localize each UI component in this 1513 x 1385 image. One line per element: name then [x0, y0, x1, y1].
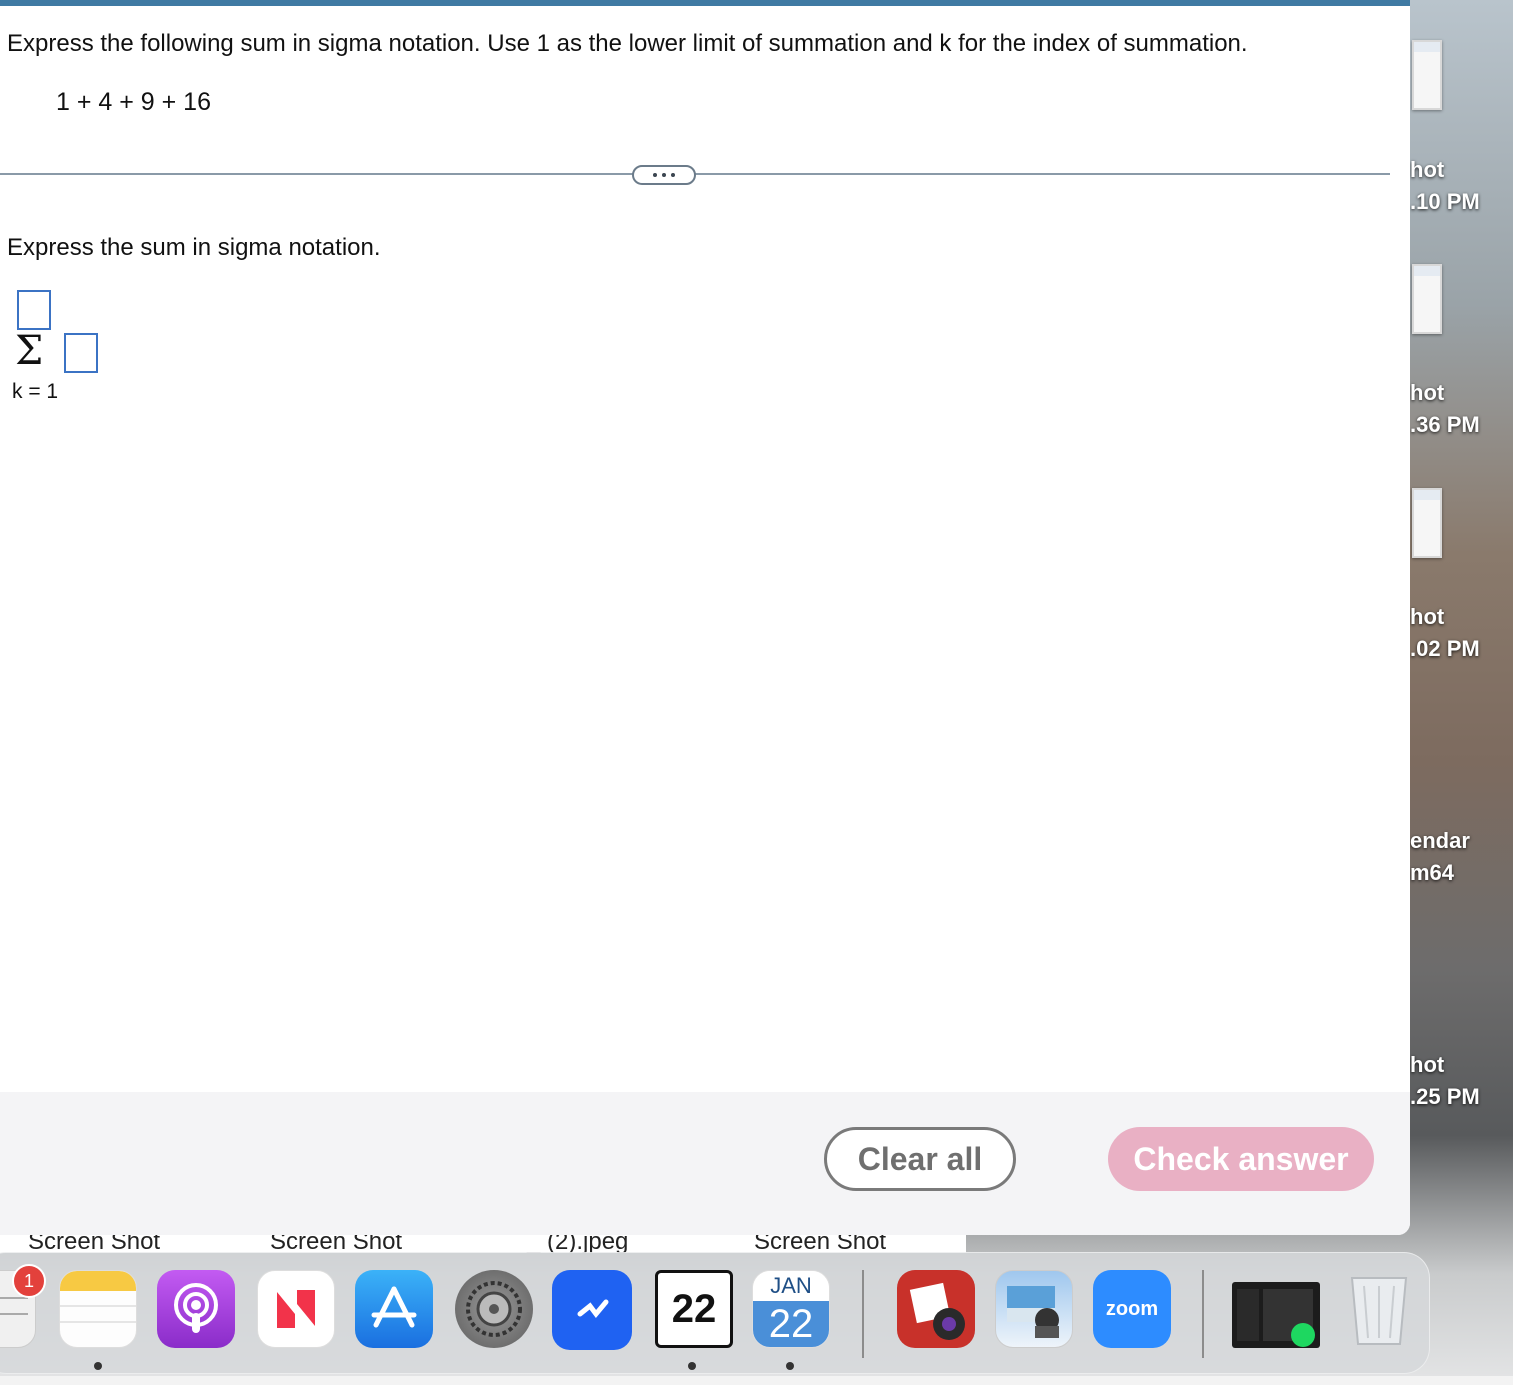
- system-preferences-icon[interactable]: [455, 1270, 533, 1348]
- homework-window: Express the following sum in sigma notat…: [0, 0, 1410, 1235]
- preview-icon[interactable]: [995, 1270, 1073, 1348]
- desktop-file-name: endar: [1410, 828, 1470, 853]
- question-text: Express the following sum in sigma notat…: [7, 30, 1248, 57]
- file-name[interactable]: Screen Shot: [270, 1235, 402, 1253]
- desktop-file-label[interactable]: hot .02 PM: [1410, 601, 1513, 665]
- sum-expression: 1 + 4 + 9 + 16: [56, 88, 211, 116]
- desktop-file-label[interactable]: hot .10 PM: [1410, 154, 1513, 218]
- desktop-file-name: hot: [1410, 604, 1445, 629]
- desktop-file-name: hot: [1410, 157, 1445, 182]
- calendar-icon[interactable]: JAN 22: [752, 1270, 830, 1348]
- desktop-file-time: .10 PM: [1410, 189, 1480, 214]
- date-icon-day: 22: [671, 1286, 717, 1331]
- calendar-month: JAN: [753, 1271, 829, 1301]
- photo-booth-icon[interactable]: [897, 1270, 975, 1348]
- sigma-symbol: Σ: [15, 328, 44, 374]
- lower-limit-label: k = 1: [12, 380, 59, 403]
- notification-badge: 1: [12, 1264, 46, 1298]
- check-answer-button[interactable]: Check answer: [1108, 1127, 1374, 1191]
- news-icon[interactable]: [257, 1270, 335, 1348]
- expand-handle-button[interactable]: [632, 165, 696, 185]
- desktop-file-name: hot: [1410, 1052, 1445, 1077]
- desktop-file-thumbnail[interactable]: [1412, 40, 1442, 110]
- desktop-file-label[interactable]: hot .36 PM: [1410, 377, 1513, 441]
- desktop-bottom-strip: [0, 1376, 1513, 1385]
- trash-icon[interactable]: [1340, 1270, 1418, 1348]
- notes-icon[interactable]: [59, 1270, 137, 1348]
- file-name[interactable]: Screen Shot: [754, 1235, 886, 1253]
- clear-all-button[interactable]: Clear all: [824, 1127, 1016, 1191]
- app-store-icon[interactable]: [355, 1270, 433, 1348]
- desktop-file-time: .02 PM: [1410, 636, 1480, 661]
- dot-icon: [662, 173, 666, 177]
- upper-limit-input[interactable]: [17, 290, 51, 330]
- desktop-file-name: hot: [1410, 380, 1445, 405]
- desktop-file-thumbnail[interactable]: [1412, 264, 1442, 334]
- dock-separator: [862, 1270, 864, 1358]
- running-indicator: [786, 1362, 794, 1370]
- file-name[interactable]: _ (2).jpeg: [527, 1235, 628, 1253]
- zoom-icon[interactable]: zoom: [1093, 1270, 1171, 1348]
- desktop-file-time: .25 PM: [1410, 1084, 1480, 1109]
- top-accent-bar: [0, 0, 1410, 6]
- dot-icon: [671, 173, 675, 177]
- running-indicator: [94, 1362, 102, 1370]
- running-indicator: [688, 1362, 696, 1370]
- podcasts-icon[interactable]: [157, 1270, 235, 1348]
- desktop-file-label[interactable]: hot .25 PM: [1410, 1049, 1513, 1113]
- bluetooth-file-icon[interactable]: [552, 1270, 632, 1350]
- dock-separator: [1202, 1270, 1204, 1358]
- desktop-file-thumbnail[interactable]: [1412, 488, 1442, 558]
- dot-icon: [653, 173, 657, 177]
- zoom-label: zoom: [1105, 1297, 1159, 1320]
- desktop-file-label[interactable]: endar m64: [1410, 825, 1513, 889]
- file-name[interactable]: Screen Shot: [28, 1235, 160, 1253]
- screenshot-icon[interactable]: [1232, 1282, 1320, 1348]
- calendar-date-icon[interactable]: 22: [655, 1270, 733, 1348]
- desktop-file-name: m64: [1410, 860, 1455, 885]
- instruction-text: Express the sum in sigma notation.: [7, 234, 381, 261]
- calendar-day: 22: [753, 1301, 829, 1347]
- desktop-file-time: .36 PM: [1410, 412, 1480, 437]
- summation-term-input[interactable]: [64, 333, 98, 373]
- finder-file-strip: Screen Shot Screen Shot _ (2).jpeg Scree…: [0, 1235, 966, 1253]
